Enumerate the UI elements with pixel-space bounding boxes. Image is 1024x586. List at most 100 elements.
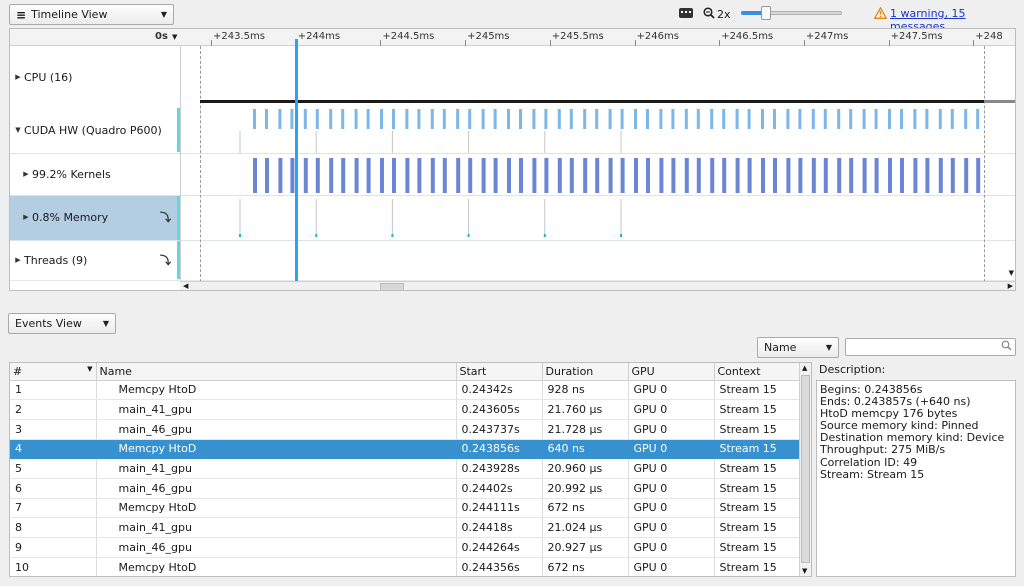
kernel-bar[interactable] — [430, 158, 435, 193]
cuda-hw-bar[interactable] — [341, 109, 345, 129]
cuda-hw-bar[interactable] — [722, 109, 726, 129]
memcpy-tick[interactable] — [239, 234, 241, 237]
kernel-bar[interactable] — [405, 158, 410, 193]
column-header-name[interactable]: Name — [96, 363, 457, 381]
table-row[interactable]: 8 main_41_gpu 0.24418s 21.024 µs GPU 0 Stream… — [10, 517, 802, 538]
kernel-bar[interactable] — [507, 158, 511, 193]
column-header-start[interactable]: Start — [456, 363, 543, 381]
cuda-hw-bar[interactable] — [366, 109, 370, 129]
table-row[interactable]: 9 main_46_gpu 0.244264s 20.927 µs GPU 0 Strea… — [10, 537, 802, 558]
cuda-hw-bar[interactable] — [532, 109, 536, 129]
cuda-hw-bar[interactable] — [481, 109, 485, 129]
kernel-bar[interactable] — [544, 158, 549, 193]
cuda-hw-bar[interactable] — [354, 109, 358, 129]
events-table[interactable]: # ▼ Name Start Duration GPU Context 1 Memc… — [9, 362, 812, 577]
scroll-right-icon[interactable]: ▶ — [1008, 282, 1013, 290]
scroll-up-icon[interactable]: ▼ — [1009, 269, 1014, 277]
cuda-hw-bar[interactable] — [964, 109, 968, 129]
kernel-bar[interactable] — [583, 158, 588, 193]
cuda-hw-bar[interactable] — [735, 109, 739, 129]
kernel-bar[interactable] — [468, 158, 473, 193]
column-header-gpu[interactable]: GPU — [628, 363, 715, 381]
kernel-bar[interactable] — [888, 158, 892, 193]
cuda-hw-bar[interactable] — [569, 109, 573, 129]
cuda-hw-bar[interactable] — [634, 109, 637, 129]
column-header-context[interactable]: Context — [714, 363, 802, 381]
kernel-bar[interactable] — [773, 158, 777, 193]
sort-icon[interactable]: ▼ — [87, 365, 92, 373]
kernel-bar[interactable] — [938, 158, 943, 193]
kernel-bar[interactable] — [786, 158, 791, 193]
cuda-hw-bar[interactable] — [507, 109, 510, 129]
cuda-hw-bar[interactable] — [684, 109, 688, 129]
kernel-bar[interactable] — [837, 158, 842, 193]
zoom-icon[interactable] — [703, 7, 715, 19]
kernel-bar[interactable] — [710, 158, 715, 193]
events-vscroll[interactable]: ▲ ▼ — [799, 363, 811, 576]
kernel-bar[interactable] — [380, 158, 384, 193]
zoom-slider[interactable] — [741, 6, 842, 20]
kernel-bar[interactable] — [493, 158, 498, 193]
kernel-bar[interactable] — [532, 158, 537, 193]
cuda-hw-bar[interactable] — [811, 109, 815, 129]
kernel-bar[interactable] — [366, 158, 371, 193]
cuda-hw-bar[interactable] — [265, 109, 268, 129]
table-row[interactable]: 4 Memcpy HtoD 0.243856s 640 ns GPU 0 Stream 1… — [10, 439, 802, 460]
cuda-hw-bar[interactable] — [329, 109, 333, 129]
cuda-hw-bar[interactable] — [290, 109, 294, 129]
table-row[interactable]: 7 Memcpy HtoD 0.244111s 672 ns GPU 0 Stream 1… — [10, 498, 802, 519]
kernel-bar[interactable] — [595, 158, 600, 193]
kernel-bar[interactable] — [290, 158, 295, 193]
time-cursor[interactable] — [295, 39, 298, 290]
kernel-bar[interactable] — [950, 158, 955, 193]
kernel-bar[interactable] — [341, 158, 346, 193]
scroll-down-icon[interactable]: ▼ — [802, 567, 807, 575]
cuda-hw-bar[interactable] — [925, 109, 929, 129]
kernel-bar[interactable] — [634, 158, 638, 193]
cuda-hw-bar[interactable] — [519, 109, 522, 129]
scroll-up-icon[interactable]: ▲ — [802, 364, 807, 372]
cuda-hw-bar[interactable] — [696, 109, 700, 129]
cuda-hw-bar[interactable] — [671, 109, 675, 129]
kernel-bar[interactable] — [761, 158, 765, 193]
kernel-bar[interactable] — [747, 158, 752, 193]
timeline-hscroll[interactable]: ◀ ▶ — [180, 281, 1015, 290]
kernel-bar[interactable] — [608, 158, 613, 193]
kernel-bar[interactable] — [456, 158, 461, 193]
table-row[interactable]: 5 main_41_gpu 0.243928s 20.960 µs GPU 0 Strea… — [10, 458, 802, 479]
filter-column-select[interactable]: Name ▼ — [757, 337, 839, 358]
cuda-hw-bar[interactable] — [938, 109, 942, 129]
kernel-bar[interactable] — [329, 158, 334, 193]
vscroll-thumb[interactable] — [801, 375, 810, 563]
events-view-select[interactable]: Events View ▼ — [8, 313, 116, 334]
memcpy-tick[interactable] — [467, 234, 470, 237]
memcpy-tick[interactable] — [315, 234, 318, 237]
memcpy-tick[interactable] — [620, 234, 622, 237]
scroll-left-icon[interactable]: ◀ — [183, 282, 188, 290]
kernel-bar[interactable] — [671, 158, 676, 193]
kernel-bar[interactable] — [722, 158, 727, 193]
table-row[interactable]: 10 Memcpy HtoD 0.244356s 672 ns GPU 0 Stream … — [10, 557, 802, 576]
kernel-bar[interactable] — [798, 158, 803, 193]
kernel-bar[interactable] — [278, 158, 283, 193]
table-row[interactable]: 1 Memcpy HtoD 0.24342s 928 ns GPU 0 Stream 15 — [10, 380, 802, 401]
cuda-hw-bar[interactable] — [430, 109, 434, 129]
cuda-hw-bar[interactable] — [773, 109, 776, 129]
kernel-bar[interactable] — [557, 158, 562, 193]
cuda-hw-bar[interactable] — [823, 109, 827, 129]
cuda-hw-bar[interactable] — [620, 109, 624, 129]
kernel-bar[interactable] — [684, 158, 689, 193]
cuda-hw-bar[interactable] — [786, 109, 790, 129]
table-row[interactable]: 3 main_46_gpu 0.243737s 21.728 µs GPU 0 Strea… — [10, 419, 802, 440]
kernel-bar[interactable] — [265, 158, 269, 193]
timeline-tracks[interactable] — [10, 29, 1016, 291]
cuda-hw-bar[interactable] — [303, 109, 307, 129]
cuda-hw-bar[interactable] — [417, 109, 421, 129]
kernel-bar[interactable] — [569, 158, 574, 193]
kernel-bar[interactable] — [442, 158, 447, 193]
table-row[interactable]: 2 main_41_gpu 0.243605s 21.760 µs GPU 0 Strea… — [10, 399, 802, 420]
cuda-hw-bar[interactable] — [583, 109, 587, 129]
cuda-hw-bar[interactable] — [557, 109, 561, 129]
kernel-bar[interactable] — [811, 158, 816, 193]
kernel-bar[interactable] — [849, 158, 854, 193]
